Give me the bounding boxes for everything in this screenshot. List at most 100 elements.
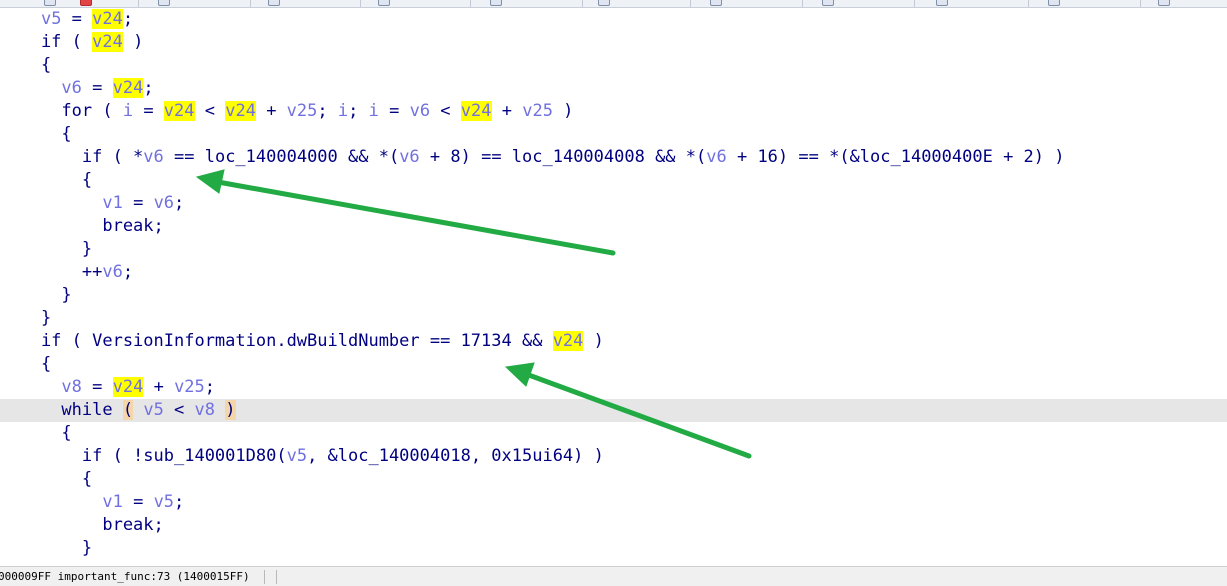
variable-token[interactable]: v25 (174, 377, 205, 397)
tab-icon[interactable] (44, 0, 56, 6)
tab-separator (1028, 0, 1029, 7)
code-line[interactable]: v1 = v5; (0, 491, 1227, 514)
tab-icon[interactable] (822, 0, 834, 6)
pseudocode-view[interactable]: v5 = v24; if ( v24 ) { v6 = v24; for ( i… (0, 8, 1227, 564)
status-location: 000009FF important_func:73 (1400015FF) (0, 570, 250, 583)
variable-token[interactable]: v6 (410, 101, 430, 121)
variable-token[interactable]: v25 (522, 101, 553, 121)
matched-paren: ) (225, 400, 236, 420)
variable-token[interactable]: v8 (61, 377, 81, 397)
code-line[interactable]: v6 = v24; (0, 77, 1227, 100)
code-token: } (0, 239, 93, 259)
variable-token[interactable]: v8 (195, 400, 215, 420)
code-line[interactable]: { (0, 169, 1227, 192)
close-tab-icon[interactable] (80, 0, 92, 6)
highlighted-variable[interactable]: v24 (163, 101, 195, 121)
variable-token[interactable]: v6 (61, 78, 81, 98)
code-token: + (491, 101, 523, 121)
code-line[interactable]: } (0, 284, 1227, 307)
code-line[interactable]: v8 = v24 + v25; (0, 376, 1227, 399)
variable-token[interactable]: v5 (154, 492, 174, 512)
code-token: ; (122, 9, 134, 29)
code-token: ; (122, 262, 134, 282)
code-line[interactable]: if ( *v6 == loc_140004000 && *(v6 + 8) =… (0, 146, 1227, 169)
code-token: ; (348, 101, 369, 121)
highlighted-variable[interactable]: v24 (552, 331, 584, 351)
code-line[interactable]: } (0, 238, 1227, 261)
variable-token[interactable]: i (369, 101, 379, 121)
variable-token[interactable]: v5 (143, 400, 163, 420)
highlighted-variable[interactable]: v24 (92, 9, 123, 29)
code-line[interactable]: { (0, 353, 1227, 376)
code-line[interactable]: } (0, 537, 1227, 560)
variable-token[interactable]: i (338, 101, 348, 121)
tab-separator (1140, 0, 1141, 7)
code-line[interactable]: { (0, 54, 1227, 77)
variable-token[interactable]: v25 (287, 101, 318, 121)
code-token: ; (204, 377, 216, 397)
tab-icon[interactable] (936, 0, 948, 6)
tab-icon[interactable] (378, 0, 390, 6)
code-token: ) (552, 101, 574, 121)
matched-paren: ( (122, 400, 134, 420)
tab-icon[interactable] (158, 0, 170, 6)
tab-icon[interactable] (268, 0, 280, 6)
code-token: = (61, 9, 93, 29)
variable-token[interactable]: v1 (102, 193, 122, 213)
code-line[interactable]: { (0, 422, 1227, 445)
code-token: { (0, 170, 93, 190)
code-line[interactable]: ++v6; (0, 261, 1227, 284)
code-line[interactable]: v5 = v24; (0, 8, 1227, 31)
tab-icon[interactable] (598, 0, 610, 6)
highlighted-variable[interactable]: v24 (92, 32, 123, 52)
code-token: ; (317, 101, 338, 121)
code-token: break; (0, 216, 164, 236)
tab-icon[interactable] (710, 0, 722, 6)
code-line[interactable]: break; (0, 514, 1227, 537)
tab-separator (582, 0, 583, 7)
code-token: } (0, 538, 93, 558)
code-line[interactable]: if ( !sub_140001D80(v5, &loc_140004018, … (0, 445, 1227, 468)
code-line[interactable]: { (0, 123, 1227, 146)
tab-separator (690, 0, 691, 7)
code-token: + 16) == *(&loc_14000400E + 2) ) (726, 147, 1065, 167)
tab-separator (470, 0, 471, 7)
highlighted-variable[interactable]: v24 (112, 377, 144, 397)
variable-token[interactable]: v6 (102, 262, 122, 282)
variable-token[interactable]: v1 (102, 492, 122, 512)
tab-icon[interactable] (490, 0, 502, 6)
code-line[interactable]: if ( VersionInformation.dwBuildNumber ==… (0, 330, 1227, 353)
variable-token[interactable]: v6 (143, 147, 163, 167)
tab-icon[interactable] (1048, 0, 1060, 6)
code-token: = (81, 377, 113, 397)
variable-token[interactable]: v5 (41, 9, 61, 29)
tab-separator (914, 0, 915, 7)
variable-token[interactable]: i (123, 101, 133, 121)
highlighted-variable[interactable]: v24 (112, 78, 144, 98)
variable-token[interactable]: v5 (287, 446, 307, 466)
variable-token[interactable]: v6 (154, 193, 174, 213)
code-line[interactable]: } (0, 307, 1227, 330)
variable-token[interactable]: v6 (706, 147, 726, 167)
variable-token[interactable]: v6 (399, 147, 419, 167)
tab-icon[interactable] (1158, 0, 1170, 6)
status-separator (264, 570, 265, 584)
highlighted-variable[interactable]: v24 (225, 101, 256, 121)
code-line[interactable]: if ( v24 ) (0, 31, 1227, 54)
code-token: < (194, 101, 226, 121)
tab-separator (250, 0, 251, 7)
code-line[interactable]: for ( i = v24 < v24 + v25; i; i = v6 < v… (0, 100, 1227, 123)
code-line[interactable]: v1 = v6; (0, 192, 1227, 215)
status-separator (276, 570, 277, 584)
code-token: break; (0, 515, 164, 535)
current-code-line[interactable]: while ( v5 < v8 ) (0, 399, 1227, 422)
tab-separator (360, 0, 361, 7)
code-line[interactable]: { (0, 468, 1227, 491)
code-line[interactable]: break; (0, 215, 1227, 238)
highlighted-variable[interactable]: v24 (460, 101, 492, 121)
